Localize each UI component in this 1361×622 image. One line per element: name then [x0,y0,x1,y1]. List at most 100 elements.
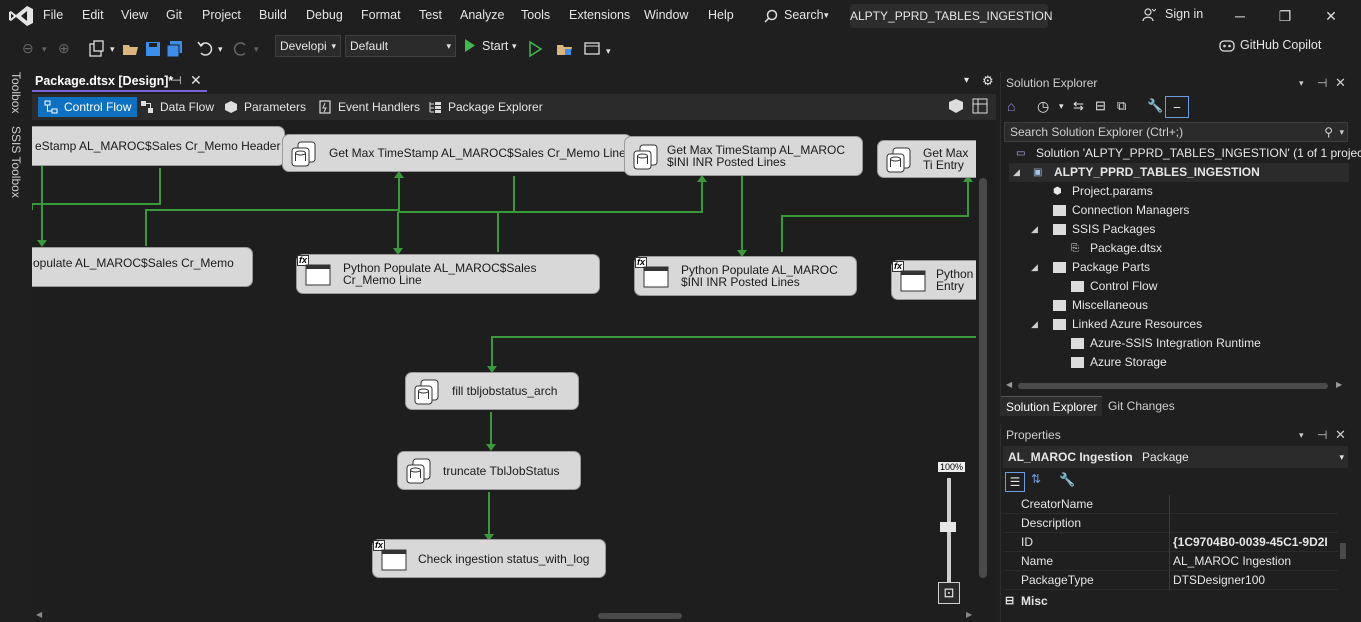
scroll-thumb[interactable] [598,613,682,619]
package-design-tab[interactable]: Package.dtsx [Design]* ⊣ ✕ [32,72,207,92]
tab-data-flow[interactable]: Data Flow [134,97,220,117]
toolbar-overflow-icon[interactable]: ▾ [606,46,624,64]
show-all-files-icon[interactable]: ⧉ [1117,98,1126,114]
property-row-id[interactable]: ID {1C9704B0-0039-45C1-9D2I [1003,533,1338,552]
scroll-right-icon[interactable]: ▶ [966,610,972,619]
close-tab-icon[interactable]: ✕ [190,72,202,89]
new-project-icon[interactable] [88,40,106,58]
task-get-max-timestamp-ini-inr-posted-lines[interactable]: Get Max TimeStamp AL_MAROC $INI INR Post… [624,136,863,176]
open-folder-icon[interactable] [122,40,140,58]
menu-extensions[interactable]: Extensions [569,8,630,22]
menu-analyze[interactable]: Analyze [460,8,504,22]
menu-project[interactable]: Project [202,8,241,22]
task-python-populate-cr-memo-line[interactable]: fx Python Populate AL_MAROC$Sales Cr_Mem… [296,254,600,294]
sync-icon[interactable]: ⇆ [1073,98,1084,114]
gear-icon[interactable]: ⚙ [982,73,994,89]
navigate-back-icon[interactable]: ⊖ [22,40,40,58]
history-icon[interactable]: ◷ [1037,98,1049,115]
chevron-down-icon[interactable]: ▾ [1299,424,1304,446]
task-get-max-timestamp-cr-memo-line[interactable]: Get Max TimeStamp AL_MAROC$Sales Cr_Memo… [282,134,632,172]
menu-help[interactable]: Help [708,8,734,22]
variables-grid-icon[interactable] [972,98,988,114]
expand-arrow-icon[interactable]: ◢ [1031,220,1038,239]
tab-package-explorer[interactable]: Package Explorer [422,97,549,117]
tab-control-flow[interactable]: Control Flow [38,97,138,117]
tab-solution-explorer[interactable]: Solution Explorer [1001,396,1103,416]
redo-icon[interactable] [232,40,250,58]
preview-selected-icon[interactable]: ⎯ [1165,96,1189,118]
collapse-icon[interactable]: ⊟ [1005,592,1014,610]
canvas-horizontal-scrollbar[interactable]: ◀ ▶ [32,610,994,622]
menu-view[interactable]: View [121,8,148,22]
toolbox-tab[interactable]: Toolbox [9,72,23,113]
menu-test[interactable]: Test [419,8,442,22]
save-all-icon[interactable] [166,40,184,58]
task-get-max-timestamp-cr-memo-header[interactable]: eStamp AL_MAROC$Sales Cr_Memo Header [32,126,285,166]
alphabetical-icon[interactable]: ⇅ [1031,472,1041,486]
control-flow-canvas[interactable]: eStamp AL_MAROC$Sales Cr_Memo Header Get… [32,120,976,610]
global-search[interactable]: Search ▾ [758,4,838,28]
expand-arrow-icon[interactable]: ◢ [1031,258,1038,277]
collapse-all-icon[interactable]: ⊟ [1095,98,1106,114]
solution-platform-select[interactable]: Default ▾ [345,35,456,57]
task-fill-tbljobstatus-arch[interactable]: fill tbljobstatus_arch [405,372,579,410]
task-get-max-timestamp-entry[interactable]: Get Max Ti Entry [877,140,976,178]
property-row-creatorname[interactable]: CreatorName [1003,495,1338,514]
scroll-thumb[interactable] [979,178,987,578]
solution-configuration-select[interactable]: Developi ▾ [275,35,341,57]
property-row-description[interactable]: Description [1003,514,1338,533]
undo-icon[interactable] [196,40,214,58]
expand-arrow-icon[interactable]: ◢ [1013,163,1020,182]
ssis-toolbox-tab[interactable]: SSIS Toolbox [9,126,23,198]
categorized-icon[interactable]: ☰ [1005,472,1025,492]
property-category-misc[interactable]: ⊟ Misc [1003,592,1348,610]
pin-icon[interactable]: ⊣ [172,74,182,87]
fit-to-window-icon[interactable]: ⊡ [938,582,960,604]
menu-window[interactable]: Window [644,8,688,22]
menu-edit[interactable]: Edit [82,8,104,22]
scroll-left-icon[interactable]: ◀ [1006,380,1012,389]
properties-scrollbar[interactable] [1338,495,1348,605]
task-python-entry[interactable]: fx Python Entry [891,260,976,300]
tab-parameters[interactable]: Parameters [218,97,312,117]
package-icon[interactable] [948,98,964,114]
home-icon[interactable]: ⌂ [1007,98,1015,114]
scroll-thumb[interactable] [1018,383,1328,389]
tab-event-handlers[interactable]: Event Handlers [312,97,426,117]
github-copilot-button[interactable]: GitHub Copilot [1240,38,1321,52]
expand-arrow-icon[interactable]: ◢ [1031,315,1038,334]
start-without-debugging-icon[interactable] [526,40,544,58]
close-window-button[interactable]: ✕ [1316,4,1346,28]
task-python-populate-cr-memo[interactable]: opulate AL_MAROC$Sales Cr_Memo [32,247,253,287]
pin-icon[interactable]: ⊣ [1317,424,1327,446]
window-layout-icon[interactable] [584,40,602,58]
task-truncate-tbljobstatus[interactable]: truncate TblJobStatus [397,451,581,490]
sign-in-link[interactable]: Sign in [1165,7,1203,21]
menu-build[interactable]: Build [259,8,287,22]
solution-explorer-search[interactable]: Search Solution Explorer (Ctrl+;) ⚲ ▾ [1004,122,1348,142]
tree-node-project[interactable]: ◢ ▣ ALPTY_PPRD_TABLES_INGESTION [1009,163,1349,182]
pin-icon[interactable]: ⊣ [1317,72,1327,94]
tab-list-dropdown-icon[interactable]: ▾ [964,75,969,86]
solution-explorer-hscroll[interactable]: ◀ ▶ [1004,380,1348,392]
menu-tools[interactable]: Tools [521,8,550,22]
navigate-forward-icon[interactable]: ⊕ [58,40,76,58]
scroll-right-icon[interactable]: ▶ [1336,380,1342,389]
property-row-packagetype[interactable]: PackageType DTSDesigner100 [1003,571,1338,590]
properties-object-selector[interactable]: AL_MAROC Ingestion Package ▾ [1003,446,1348,468]
menu-format[interactable]: Format [361,8,401,22]
wrench-icon[interactable]: 🔧 [1147,98,1163,114]
menu-git[interactable]: Git [166,8,182,22]
tab-git-changes[interactable]: Git Changes [1103,396,1180,416]
menu-file[interactable]: File [43,8,63,22]
task-python-populate-ini-inr-posted-lines[interactable]: fx Python Populate AL_MAROC $INI INR Pos… [634,256,857,296]
property-row-name[interactable]: Name AL_MAROC Ingestion [1003,552,1338,571]
restore-button[interactable]: ❐ [1270,4,1300,28]
property-pages-icon[interactable]: 🔧 [1059,472,1075,488]
save-icon[interactable] [144,40,162,58]
scroll-thumb[interactable] [1340,543,1346,559]
zoom-slider-thumb[interactable] [940,522,956,532]
canvas-vertical-scrollbar[interactable] [976,120,994,610]
chevron-down-icon[interactable]: ▾ [1299,72,1304,94]
task-check-ingestion-status-with-log[interactable]: fx Check ingestion status_with_log [372,539,606,578]
